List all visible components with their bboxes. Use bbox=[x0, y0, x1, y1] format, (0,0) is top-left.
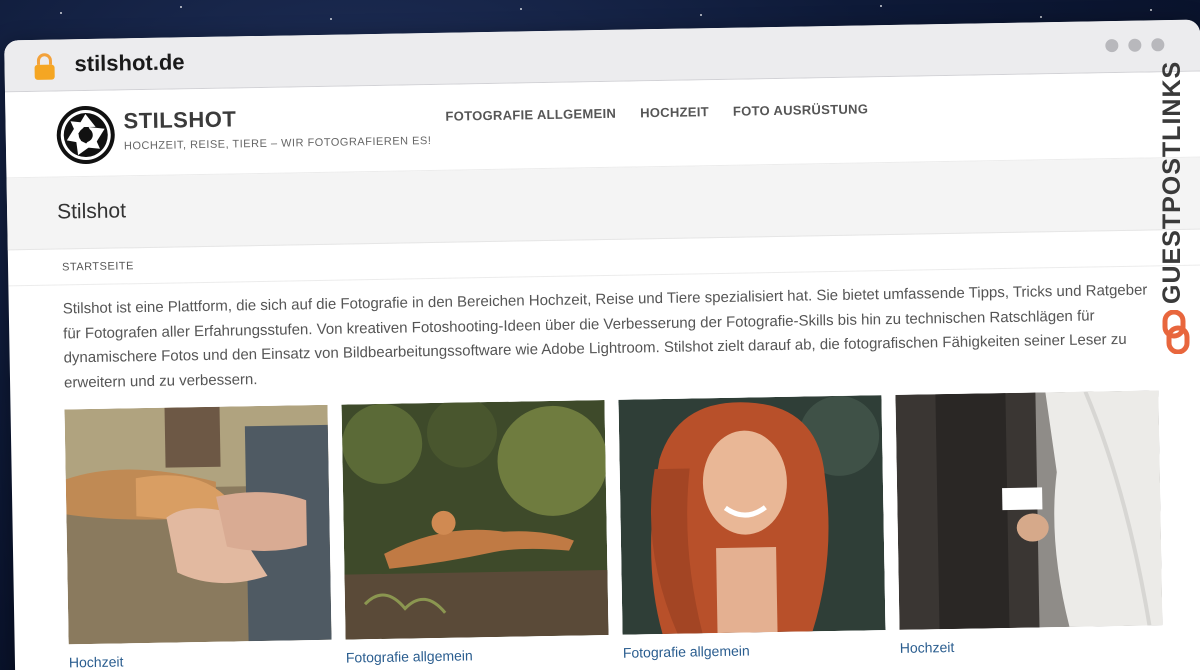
background-star bbox=[1150, 9, 1152, 11]
breadcrumb-home[interactable]: STARTSEITE bbox=[62, 260, 134, 273]
card-image-iguana-in-foliage[interactable] bbox=[341, 400, 609, 640]
card-image-hands-with-dog-paw[interactable] bbox=[64, 404, 332, 645]
category-card[interactable]: Hochzeit bbox=[64, 404, 333, 670]
brand: STILSHOT HOCHZEIT, REISE, TIERE – WIR FO… bbox=[123, 103, 431, 152]
category-cards: Hochzeit Fotografie allgemein Fotografie… bbox=[64, 390, 1163, 670]
category-card[interactable]: Hochzeit bbox=[895, 390, 1163, 656]
card-label[interactable]: Fotografie allgemein bbox=[623, 640, 886, 661]
card-label[interactable]: Fotografie allgemein bbox=[346, 645, 609, 665]
background-star bbox=[1040, 16, 1042, 18]
window-dot[interactable] bbox=[1151, 38, 1165, 52]
nav-item-foto-ausruestung[interactable]: FOTO AUSRÜSTUNG bbox=[733, 101, 868, 118]
camera-aperture-logo[interactable] bbox=[55, 105, 116, 166]
background-star bbox=[880, 5, 882, 7]
chain-link-icon bbox=[1162, 310, 1190, 354]
card-label[interactable]: Hochzeit bbox=[69, 650, 332, 670]
watermark-text: GUESTPOSTLINKS bbox=[1158, 60, 1186, 305]
page-title: Stilshot bbox=[56, 199, 127, 224]
background-star bbox=[60, 12, 62, 14]
background-star bbox=[330, 18, 332, 20]
guestpostlinks-watermark: GUESTPOSTLINKS bbox=[1158, 60, 1194, 360]
background-star bbox=[520, 8, 522, 10]
window-dot[interactable] bbox=[1128, 38, 1142, 52]
site-title[interactable]: STILSHOT bbox=[123, 103, 431, 134]
lock-icon bbox=[34, 53, 55, 80]
window-dot[interactable] bbox=[1105, 38, 1119, 53]
window-controls bbox=[1105, 38, 1165, 53]
nav-item-fotografie-allgemein[interactable]: FOTOGRAFIE ALLGEMEIN bbox=[445, 106, 616, 124]
background-star bbox=[700, 14, 702, 16]
card-image-wedding-couple-hands[interactable] bbox=[895, 390, 1163, 630]
card-image-smiling-red-haired-woman[interactable] bbox=[618, 395, 886, 635]
main-nav: FOTOGRAFIE ALLGEMEIN HOCHZEIT FOTO AUSRÜ… bbox=[445, 101, 868, 123]
browser-window: stilshot.de STILSHOT HOCHZEIT, REISE, TI… bbox=[4, 19, 1200, 670]
nav-item-hochzeit[interactable]: HOCHZEIT bbox=[640, 104, 709, 120]
category-card[interactable]: Fotografie allgemein bbox=[618, 395, 886, 661]
category-card[interactable]: Fotografie allgemein bbox=[341, 400, 609, 666]
background-star bbox=[180, 6, 182, 8]
site-tagline: HOCHZEIT, REISE, TIERE – WIR FOTOGRAFIER… bbox=[123, 134, 432, 153]
url-text[interactable]: stilshot.de bbox=[74, 49, 184, 77]
card-label[interactable]: Hochzeit bbox=[900, 635, 1163, 656]
intro-text: Stilshot ist eine Plattform, die sich au… bbox=[62, 281, 1148, 391]
